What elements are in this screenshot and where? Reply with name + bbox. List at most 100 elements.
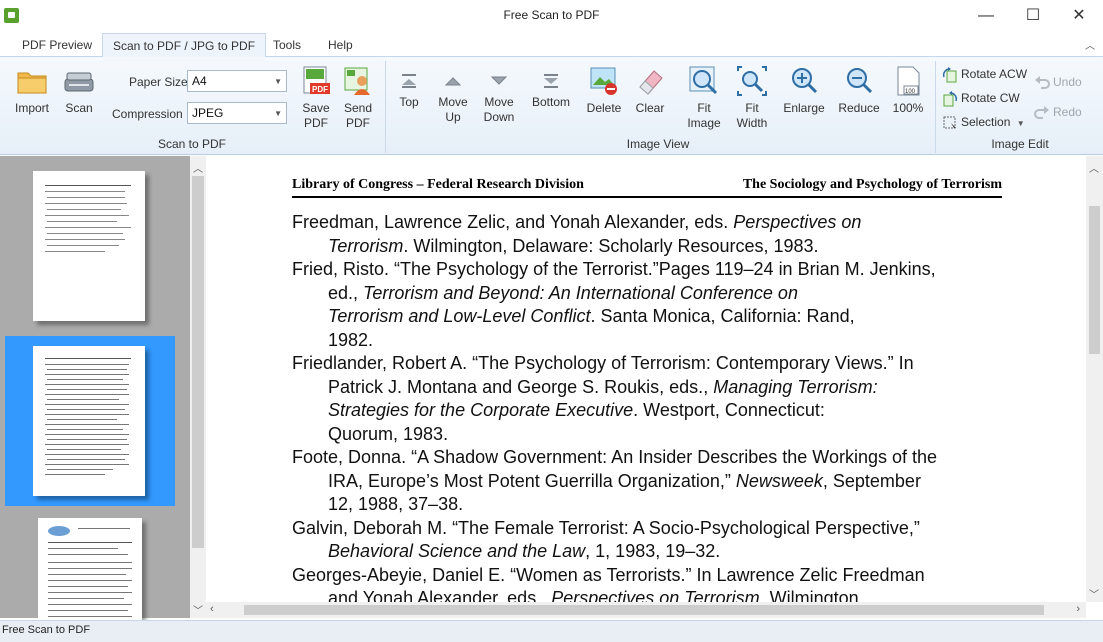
scanner-icon — [64, 72, 94, 92]
document-vertical-scrollbar[interactable]: ︿ ﹀ — [1086, 156, 1103, 602]
thumb-text-line — [47, 449, 121, 450]
thumb-text-line — [47, 429, 123, 430]
entry-text: 1982. — [328, 329, 374, 350]
entry-text: Strategies for the Corporate Executive — [328, 400, 634, 420]
ribbon: Import Scan Paper Size A4 ▼ Compression … — [0, 57, 1103, 155]
thumb-text-line — [47, 209, 121, 210]
move-up-button[interactable]: Move Up — [434, 71, 472, 125]
import-button[interactable]: Import — [10, 65, 54, 116]
fit-width-button[interactable]: Fit Width — [732, 65, 772, 131]
import-label: Import — [14, 101, 49, 115]
compression-select[interactable]: JPEG ▼ — [187, 102, 287, 124]
tab-help[interactable]: Help — [318, 37, 363, 57]
clear-label: Clear — [635, 101, 665, 115]
entry-line: ed., Terrorism and Beyond: An Internatio… — [292, 282, 1012, 306]
thumb-text-line — [45, 424, 129, 425]
fit-image-label-2: Image — [687, 116, 721, 130]
move-down-label-1: Move — [484, 95, 514, 109]
bottom-button[interactable]: Bottom — [528, 71, 574, 110]
scroll-up-arrow[interactable]: ︿ — [190, 160, 206, 175]
thumb-text-line — [45, 191, 125, 192]
save-pdf-label-1: Save — [302, 101, 330, 115]
zoom-out-icon — [847, 68, 873, 94]
thumb-text-line — [45, 394, 129, 395]
thumb-text-line — [45, 374, 129, 375]
thumb-text-line — [47, 399, 119, 400]
scrollbar-thumb[interactable] — [1089, 206, 1100, 354]
header-right: The Sociology and Psychology of Terroris… — [742, 177, 1002, 192]
entry-text: Behavioral Science and the Law — [328, 541, 586, 561]
entry-text: Friedlander, Robert A. “The Psychology o… — [292, 353, 914, 373]
move-top-icon — [402, 74, 416, 88]
tab-tools[interactable]: Tools — [263, 37, 311, 57]
document-horizontal-scrollbar[interactable]: ‹ › — [206, 602, 1086, 618]
thumb-text-line — [48, 542, 132, 543]
entry-text: and Yonah Alexander, eds., — [328, 588, 552, 602]
undo-icon — [1035, 75, 1050, 89]
scroll-left-arrow[interactable]: ‹ — [210, 603, 214, 615]
thumb-text-line — [48, 616, 132, 617]
thumb-text-line — [47, 409, 125, 410]
thumb-text-line — [48, 592, 132, 593]
entry-text: Perspectives on Terrorism — [551, 588, 760, 602]
rotate-acw-button[interactable]: Rotate ACW — [942, 65, 1027, 85]
selection-button[interactable]: Selection ▼ — [942, 113, 1025, 133]
entry-text: Fried, Risto. “The Psychology of the Ter… — [292, 259, 936, 279]
thumbnail-scrollbar[interactable]: ︿ ﹀ — [190, 156, 206, 618]
thumb-text-line — [48, 568, 132, 569]
fit-width-icon — [737, 66, 767, 96]
zoom-100-button[interactable]: 100 100% — [888, 65, 928, 116]
scrollbar-thumb[interactable] — [192, 176, 204, 548]
page-thumbnail-3[interactable] — [38, 518, 142, 628]
tab-scan-to-pdf[interactable]: Scan to PDF / JPG to PDF — [102, 33, 267, 58]
paper-size-label: Paper Size — [129, 75, 188, 89]
thumb-text-line — [48, 586, 128, 587]
page-thumbnail-1[interactable] — [33, 171, 145, 321]
page-thumbnail-2[interactable] — [33, 346, 145, 496]
chevron-down-icon: ▼ — [1016, 119, 1025, 128]
undo-button[interactable]: Undo — [1034, 73, 1082, 93]
svg-text:100: 100 — [905, 89, 916, 95]
thumb-text-line — [47, 369, 127, 370]
thumb-text-line — [48, 548, 118, 549]
entry-text: Foote, Donna. “A Shadow Government: An I… — [292, 447, 938, 467]
arrow-down-icon — [490, 76, 508, 85]
bibliography-entry: Fried, Risto. “The Psychology of the Ter… — [292, 258, 1012, 352]
thumb-text-line — [45, 454, 129, 455]
fit-image-button[interactable]: Fit Image — [684, 65, 724, 131]
collapse-ribbon-icon[interactable]: ︿ — [1085, 37, 1095, 52]
save-pdf-button[interactable]: PDF Save PDF — [296, 65, 336, 131]
fit-image-icon — [689, 66, 718, 95]
scrollbar-thumb[interactable] — [244, 605, 1044, 615]
move-down-button[interactable]: Move Down — [478, 71, 520, 125]
delete-label: Delete — [586, 101, 622, 115]
scroll-up-arrow[interactable]: ︿ — [1086, 160, 1102, 175]
scroll-down-arrow[interactable]: ﹀ — [1086, 586, 1102, 601]
send-pdf-button[interactable]: Send PDF — [338, 65, 378, 131]
save-pdf-icon: PDF — [303, 66, 330, 94]
thumb-text-line — [47, 439, 127, 440]
zoom-100-label: 100% — [892, 101, 924, 115]
enlarge-button[interactable]: Enlarge — [780, 65, 828, 116]
delete-button[interactable]: Delete — [584, 65, 624, 116]
tab-pdf-preview[interactable]: PDF Preview — [12, 37, 102, 57]
maximize-button[interactable]: ☐ — [1010, 0, 1056, 31]
minimize-button[interactable]: — — [963, 0, 1009, 31]
close-button[interactable]: ✕ — [1056, 0, 1102, 31]
thumb-text-line — [45, 434, 129, 435]
send-pdf-label-1: Send — [343, 101, 373, 115]
top-button[interactable]: Top — [392, 71, 426, 110]
thumb-text-line — [48, 574, 126, 575]
scroll-right-arrow[interactable]: › — [1076, 603, 1080, 615]
thumb-text-line — [45, 384, 129, 385]
entry-line: and Yonah Alexander, eds., Perspectives … — [292, 587, 1012, 602]
scan-button[interactable]: Scan — [58, 65, 100, 116]
paper-size-select[interactable]: A4 ▼ — [187, 70, 287, 92]
entry-text: Galvin, Deborah M. “The Female Terrorist… — [292, 517, 920, 538]
scroll-down-arrow[interactable]: ﹀ — [190, 602, 206, 617]
redo-button[interactable]: Redo — [1034, 103, 1082, 123]
rotate-cw-button[interactable]: Rotate CW — [942, 89, 1020, 109]
reduce-button[interactable]: Reduce — [836, 65, 882, 116]
clear-button[interactable]: Clear — [630, 65, 670, 116]
entry-text: . Westport, Connecticut: — [633, 400, 825, 420]
